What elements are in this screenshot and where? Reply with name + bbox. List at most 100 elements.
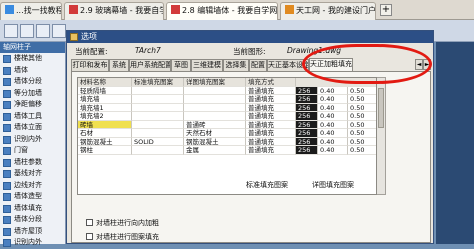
panel-item[interactable]: 墙体造型 (0, 191, 65, 203)
panel-item[interactable]: 基线对齐 (0, 168, 65, 180)
thickness-b[interactable]: 0.50 (348, 146, 376, 155)
detail-pattern[interactable]: 天然石材 (184, 129, 246, 138)
table-row[interactable]: 填充墙2 普通填充 256 0.40 0.50 (78, 112, 376, 121)
thickness-a[interactable]: 0.40 (318, 129, 348, 138)
thickness-a[interactable]: 0.40 (318, 146, 348, 155)
scrollbar-thumb[interactable] (378, 88, 384, 128)
detail-pattern[interactable]: 金属 (184, 146, 246, 155)
browser-tab-1[interactable]: ...找一找教程网 - 我要... (0, 2, 62, 20)
panel-item[interactable]: 墙体 (0, 65, 65, 77)
panel-item[interactable]: 识别内外 (0, 237, 65, 249)
checkbox-box[interactable] (86, 219, 93, 226)
table-row[interactable]: 填充墙 普通填充 256 0.40 0.50 (78, 95, 376, 104)
detail-pattern[interactable] (184, 95, 246, 104)
std-pattern[interactable]: SOLID (132, 137, 184, 146)
tool-icon[interactable] (20, 24, 34, 38)
thickness-b[interactable]: 0.50 (348, 95, 376, 104)
tool-icon[interactable] (36, 24, 50, 38)
panel-item[interactable]: 墙体立面 (0, 122, 65, 134)
panel-item[interactable]: 墙柱参数 (0, 157, 65, 169)
panel-header[interactable]: 轴网柱子 (0, 42, 65, 53)
tab-tarch-basic[interactable]: 天正基本设定 (267, 59, 309, 71)
color-index[interactable]: 256 (296, 86, 318, 95)
tab-profiles[interactable]: 配置 (249, 59, 267, 71)
panel-item[interactable]: 楼梯其他 (0, 53, 65, 65)
panel-item[interactable]: 识别内外 (0, 134, 65, 146)
tab-user-config[interactable]: 用户系统配置 (129, 59, 171, 71)
detail-pattern[interactable]: 钢筋混凝土 (184, 137, 246, 146)
tab-system[interactable]: 系统 (109, 59, 129, 71)
col-std-pattern[interactable]: 标准填充图案 (132, 78, 184, 87)
detail-pattern[interactable] (184, 103, 246, 112)
panel-item[interactable]: 边线对齐 (0, 180, 65, 192)
panel-item[interactable]: 等分加墙 (0, 88, 65, 100)
fill-mode[interactable]: 普通填充 (246, 103, 296, 112)
col-fill-mode[interactable]: 填充方式 (246, 78, 296, 87)
pattern-fill-checkbox[interactable]: 对墙柱进行图案填充 (86, 232, 159, 242)
tab-plot-publish[interactable]: 打印和发布 (71, 59, 109, 71)
fill-mode[interactable]: 普通填充 (246, 146, 296, 155)
thickness-b[interactable]: 0.50 (348, 129, 376, 138)
new-tab-icon[interactable]: + (380, 4, 392, 16)
tool-icon[interactable] (4, 24, 18, 38)
col-detail-pattern[interactable]: 详图填充图案 (184, 78, 246, 87)
color-index[interactable]: 256 (296, 112, 318, 121)
tab-tarch-thicken-fill[interactable]: 天正加粗填充 (309, 58, 353, 71)
checkbox-box[interactable] (86, 233, 93, 240)
detail-pattern[interactable] (184, 112, 246, 121)
color-index[interactable]: 256 (296, 120, 318, 129)
scroll-right-icon[interactable]: ► (423, 59, 431, 70)
thickness-b[interactable]: 0.50 (348, 87, 376, 95)
col-params[interactable] (296, 78, 376, 87)
fill-mode[interactable]: 普通填充 (246, 112, 296, 121)
fill-mode[interactable]: 普通填充 (246, 137, 296, 146)
thickness-b[interactable]: 0.50 (348, 112, 376, 121)
material-table[interactable]: 材料名称 标准填充图案 详图填充图案 填充方式 轻质隔墙 普通填充 256 0.… (77, 77, 377, 195)
detail-pattern[interactable] (184, 86, 246, 95)
thickness-b[interactable]: 0.50 (348, 104, 376, 112)
thickness-b[interactable]: 0.50 (348, 121, 376, 129)
fill-mode[interactable]: 普通填充 (246, 120, 296, 129)
drawing-area[interactable] (436, 42, 474, 244)
tab-3d-modeling[interactable]: 三维建模 (191, 59, 223, 71)
panel-item[interactable]: 墙体填充 (0, 203, 65, 215)
table-row[interactable]: 石材 天然石材 普通填充 256 0.40 0.50 (78, 129, 376, 138)
thickness-a[interactable]: 0.40 (318, 137, 348, 146)
std-pattern[interactable] (132, 95, 184, 104)
color-index[interactable]: 256 (296, 103, 318, 112)
thickness-a[interactable]: 0.40 (318, 120, 348, 129)
table-scrollbar[interactable] (377, 77, 386, 195)
std-pattern[interactable] (132, 103, 184, 112)
std-pattern[interactable] (132, 112, 184, 121)
tool-icon[interactable] (52, 24, 66, 38)
browser-tab-active[interactable]: 2.8 编辑墙体 - 我要自学网✕ (166, 2, 278, 20)
thickness-a[interactable]: 0.40 (318, 112, 348, 121)
color-index[interactable]: 256 (296, 146, 318, 155)
std-pattern[interactable] (132, 120, 184, 129)
table-row[interactable]: 砖墙 普通砖 普通填充 256 0.40 0.50 (78, 120, 376, 129)
table-row[interactable]: 轻质隔墙 普通填充 256 0.40 0.50 (78, 86, 376, 95)
col-material-name[interactable]: 材料名称 (78, 78, 132, 87)
thickness-a[interactable]: 0.40 (318, 86, 348, 95)
panel-item[interactable]: 墙齐屋顶 (0, 226, 65, 238)
panel-item[interactable]: 净距偏移 (0, 99, 65, 111)
panel-item[interactable]: 门窗 (0, 145, 65, 157)
thickness-a[interactable]: 0.40 (318, 95, 348, 104)
thickness-a[interactable]: 0.40 (318, 103, 348, 112)
fill-mode[interactable]: 普通填充 (246, 129, 296, 138)
browser-tab-2[interactable]: 2.9 玻璃幕墙 - 我要自学网 (64, 2, 164, 20)
thicken-inward-checkbox[interactable]: 对墙柱进行向内加粗 (86, 218, 159, 228)
std-pattern[interactable] (132, 86, 184, 95)
table-row[interactable]: 钢筋混凝土 SOLID 钢筋混凝土 普通填充 256 0.40 0.50 (78, 137, 376, 146)
table-row[interactable]: 钢柱 金属 普通填充 256 0.40 0.50 (78, 146, 376, 155)
panel-item[interactable]: 墙体分段 (0, 214, 65, 226)
tab-selection[interactable]: 选择集 (223, 59, 249, 71)
fill-mode[interactable]: 普通填充 (246, 95, 296, 104)
dialog-titlebar[interactable]: 选项 (67, 31, 433, 43)
scroll-left-icon[interactable]: ◄ (415, 59, 423, 70)
browser-tab-5[interactable]: 天工网 - 我的建设门户... (280, 2, 376, 20)
std-pattern[interactable] (132, 146, 184, 155)
color-index[interactable]: 256 (296, 95, 318, 104)
table-row[interactable]: 填充墙1 普通填充 256 0.40 0.50 (78, 103, 376, 112)
color-index[interactable]: 256 (296, 137, 318, 146)
